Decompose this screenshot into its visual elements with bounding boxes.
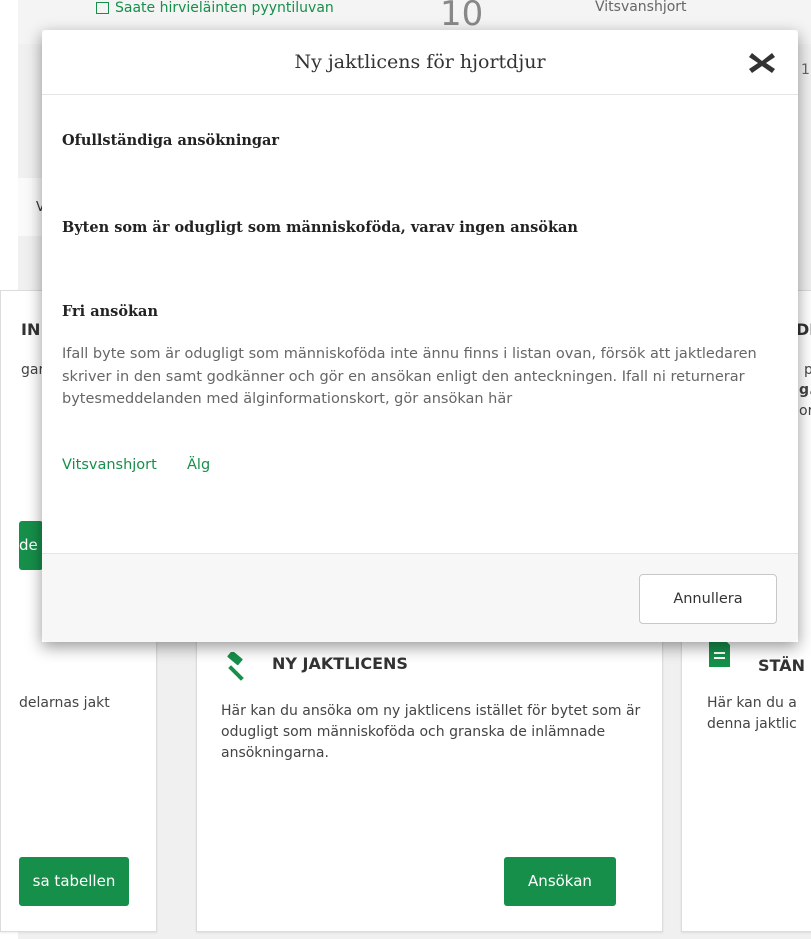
right-card-title: STÄN	[758, 656, 805, 675]
right-card-text-fragment-3: or	[799, 403, 811, 419]
right-card-text-fragment-1: p	[804, 362, 811, 378]
left-card-top-button[interactable]: de	[19, 521, 43, 570]
new-license-modal: Ny jaktlicens för hjortdjur Ofullständig…	[42, 30, 798, 642]
background-side-number: 1	[801, 62, 810, 78]
download-icon	[96, 2, 109, 14]
cancel-button[interactable]: Annullera	[639, 574, 777, 624]
application-button[interactable]: Ansökan	[504, 857, 616, 906]
download-permit-link[interactable]: Saate hirvieläinten pyyntiluvan	[96, 0, 334, 18]
modal-footer: Annullera	[42, 553, 798, 642]
species-link-alg[interactable]: Älg	[187, 457, 210, 473]
free-application-heading: Fri ansökan	[62, 303, 158, 320]
background-species-label: Vitsvanshjort	[595, 0, 687, 15]
left-card-title: IN	[21, 320, 41, 339]
card-title-new-license: NY JAKTLICENS	[272, 654, 408, 673]
left-card-description: delarnas jakt	[19, 695, 110, 711]
right-card-description: Här kan du a denna jaktlic	[707, 695, 797, 732]
modal-title: Ny jaktlicens för hjortdjur	[294, 51, 546, 73]
close-icon[interactable]	[748, 50, 776, 76]
document-icon	[709, 638, 730, 667]
right-card-title-fragment: DE	[796, 320, 811, 339]
right-card-text-fragment-2: g.	[799, 382, 811, 398]
species-link-vitsvanshjort[interactable]: Vitsvanshjort	[62, 457, 157, 473]
unfit-game-heading: Byten som är odugligt som människoföda, …	[62, 219, 578, 236]
left-card-text-fragment: gar	[21, 362, 45, 378]
show-table-button[interactable]: sa tabellen	[19, 857, 129, 906]
background-count: 10	[440, 0, 484, 30]
incomplete-applications-heading: Ofullständiga ansökningar	[62, 132, 280, 149]
modal-header: Ny jaktlicens för hjortdjur	[42, 30, 798, 95]
gavel-icon	[227, 652, 244, 681]
card-description-new-license: Här kan du ansöka om ny jaktlicens istäl…	[221, 703, 641, 761]
free-application-description: Ifall byte som är odugligt som människof…	[62, 346, 757, 407]
